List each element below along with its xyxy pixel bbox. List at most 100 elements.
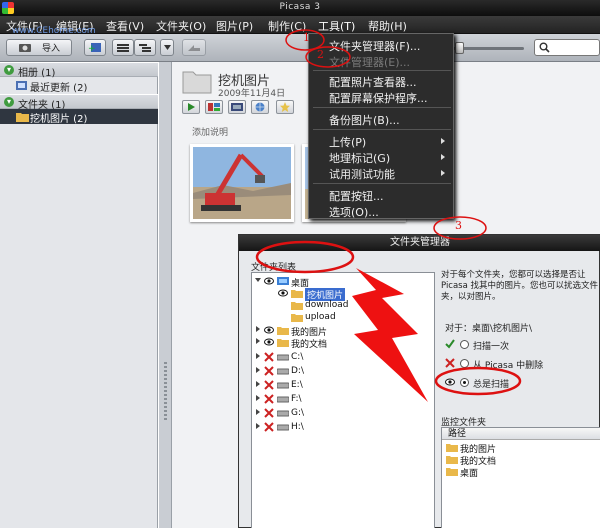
eye-icon	[445, 378, 455, 386]
eye-icon[interactable]	[264, 337, 274, 347]
folder-icon	[446, 456, 458, 464]
film-icon	[231, 103, 243, 111]
share-button[interactable]	[182, 39, 206, 56]
expand-arrow-icon[interactable]	[256, 423, 260, 429]
expand-arrow-icon[interactable]	[256, 326, 260, 332]
folders-section-header[interactable]: ▾ 文件夹 (1)	[0, 94, 158, 111]
panel-splitter[interactable]	[158, 62, 172, 528]
expand-arrow-icon[interactable]	[256, 353, 260, 359]
menu-folder[interactable]: 文件夹(O)	[156, 18, 206, 34]
menu-item-geotag[interactable]: 地理标记(G)	[329, 150, 390, 166]
folder-icon	[291, 290, 303, 298]
folder-date: 2009年11月4日	[218, 89, 286, 99]
folder-icon	[16, 113, 29, 122]
expand-arrow-icon[interactable]	[256, 381, 260, 387]
photo-thumbnail-1[interactable]	[190, 144, 294, 222]
annotation-number-3: 3	[455, 219, 462, 232]
search-input[interactable]	[534, 39, 600, 56]
x-mark-icon[interactable]	[264, 366, 274, 376]
menu-item-upload[interactable]: 上传(P)	[329, 134, 366, 150]
album-item-label: 最近更新 (2)	[30, 83, 88, 94]
x-mark-icon[interactable]	[264, 352, 274, 362]
submenu-arrow-icon	[441, 170, 445, 176]
expand-arrow-icon[interactable]	[256, 409, 260, 415]
folder-item-label: 挖机图片 (2)	[30, 114, 88, 125]
menu-picture[interactable]: 图片(P)	[216, 18, 253, 34]
play-icon	[188, 103, 195, 111]
menu-help[interactable]: 帮助(H)	[368, 18, 407, 34]
option-label: 总是扫描	[473, 380, 510, 390]
expand-arrow-icon[interactable]	[256, 395, 260, 401]
radio-button-selected[interactable]	[460, 378, 469, 387]
play-slideshow-button[interactable]	[182, 100, 200, 114]
drive-icon	[277, 382, 289, 389]
x-mark-icon[interactable]	[264, 422, 274, 432]
radio-button[interactable]	[460, 340, 469, 349]
folder-manager-dialog: 文件夹管理器 文件夹列表 桌面 挖机图片 download upload 我的图…	[238, 234, 600, 528]
collapse-icon[interactable]: ▾	[4, 97, 14, 107]
menu-item-options[interactable]: 选项(O)...	[329, 204, 379, 220]
album-item-recent[interactable]: 最近更新 (2)	[14, 78, 158, 94]
menu-item-photo-viewer[interactable]: 配置照片查看器...	[329, 74, 417, 90]
submenu-arrow-icon	[441, 138, 445, 144]
zoom-slider-knob[interactable]	[455, 42, 464, 54]
splitter-grip[interactable]	[164, 362, 167, 422]
folder-icon	[277, 327, 289, 335]
x-mark-icon[interactable]	[264, 408, 274, 418]
tree-node-label: E:\	[291, 380, 303, 390]
drive-icon	[277, 424, 289, 431]
expand-arrow-icon[interactable]	[256, 367, 260, 373]
tree-node-label: D:\	[291, 366, 304, 376]
view-list-button[interactable]	[112, 39, 134, 56]
eye-icon[interactable]	[264, 276, 274, 286]
option-label: 扫描一次	[473, 342, 510, 352]
folder-icon	[291, 314, 303, 322]
watched-folders-list[interactable]: 路径 我的图片 我的文档 桌面	[441, 427, 600, 528]
tree-node-label: download	[305, 300, 349, 310]
x-mark-icon[interactable]	[264, 394, 274, 404]
folder-icon	[446, 468, 458, 476]
menu-separator	[313, 183, 451, 184]
web-album-button[interactable]	[251, 100, 269, 114]
radio-button[interactable]	[460, 359, 469, 368]
albums-section-header[interactable]: ▾ 相册 (1)	[0, 62, 158, 79]
menu-item-backup[interactable]: 备份图片(B)...	[329, 112, 400, 128]
menu-item-experimental[interactable]: 试用测试功能	[329, 166, 395, 182]
camera-icon	[18, 44, 31, 52]
path-column-header[interactable]: 路径	[442, 428, 600, 440]
movie-button[interactable]	[228, 100, 246, 114]
menu-tools[interactable]: 工具(T)	[318, 18, 355, 34]
eye-icon[interactable]	[278, 288, 288, 298]
albums-section-label: 相册 (1)	[18, 68, 56, 79]
star-button[interactable]	[276, 100, 294, 114]
expand-arrow-icon[interactable]	[256, 338, 260, 344]
add-caption-hint[interactable]: 添加说明	[192, 125, 228, 138]
view-tree-button[interactable]	[134, 39, 156, 56]
share-icon	[188, 44, 200, 51]
view-dropdown-button[interactable]	[160, 39, 174, 56]
list-view-icon	[117, 43, 129, 52]
menu-create[interactable]: 制作(C)	[268, 18, 306, 34]
desktop-icon	[277, 277, 289, 285]
folder-icon	[446, 444, 458, 452]
add-to-album-button[interactable]: +	[84, 39, 106, 56]
tree-node-label: H:\	[291, 422, 304, 432]
eye-icon[interactable]	[264, 325, 274, 335]
collage-button[interactable]	[205, 100, 223, 114]
menu-item-folder-manager[interactable]: 文件夹管理器(F)...	[329, 38, 420, 54]
tree-node-label: G:\	[291, 408, 305, 418]
toolbar: 导入 +	[0, 34, 600, 62]
folder-tree[interactable]: 桌面 挖机图片 download upload 我的图片 我的文档 C:\ D:…	[251, 272, 435, 528]
site-watermark: www.CEhome.com	[12, 26, 96, 36]
menu-view[interactable]: 查看(V)	[106, 18, 144, 34]
annotation-number-2: 2	[317, 48, 324, 61]
collage-icon	[208, 103, 220, 111]
menu-item-configure-buttons[interactable]: 配置按钮...	[329, 188, 384, 204]
import-button[interactable]: 导入	[6, 39, 72, 56]
window-title: Picasa 3	[279, 2, 321, 12]
collapse-icon[interactable]: ▾	[4, 65, 14, 75]
folder-item-excavator[interactable]: 挖机图片 (2)	[0, 109, 158, 125]
x-mark-icon[interactable]	[264, 380, 274, 390]
menu-item-screensaver[interactable]: 配置屏幕保护程序...	[329, 90, 428, 106]
expand-arrow-icon[interactable]	[255, 278, 261, 282]
